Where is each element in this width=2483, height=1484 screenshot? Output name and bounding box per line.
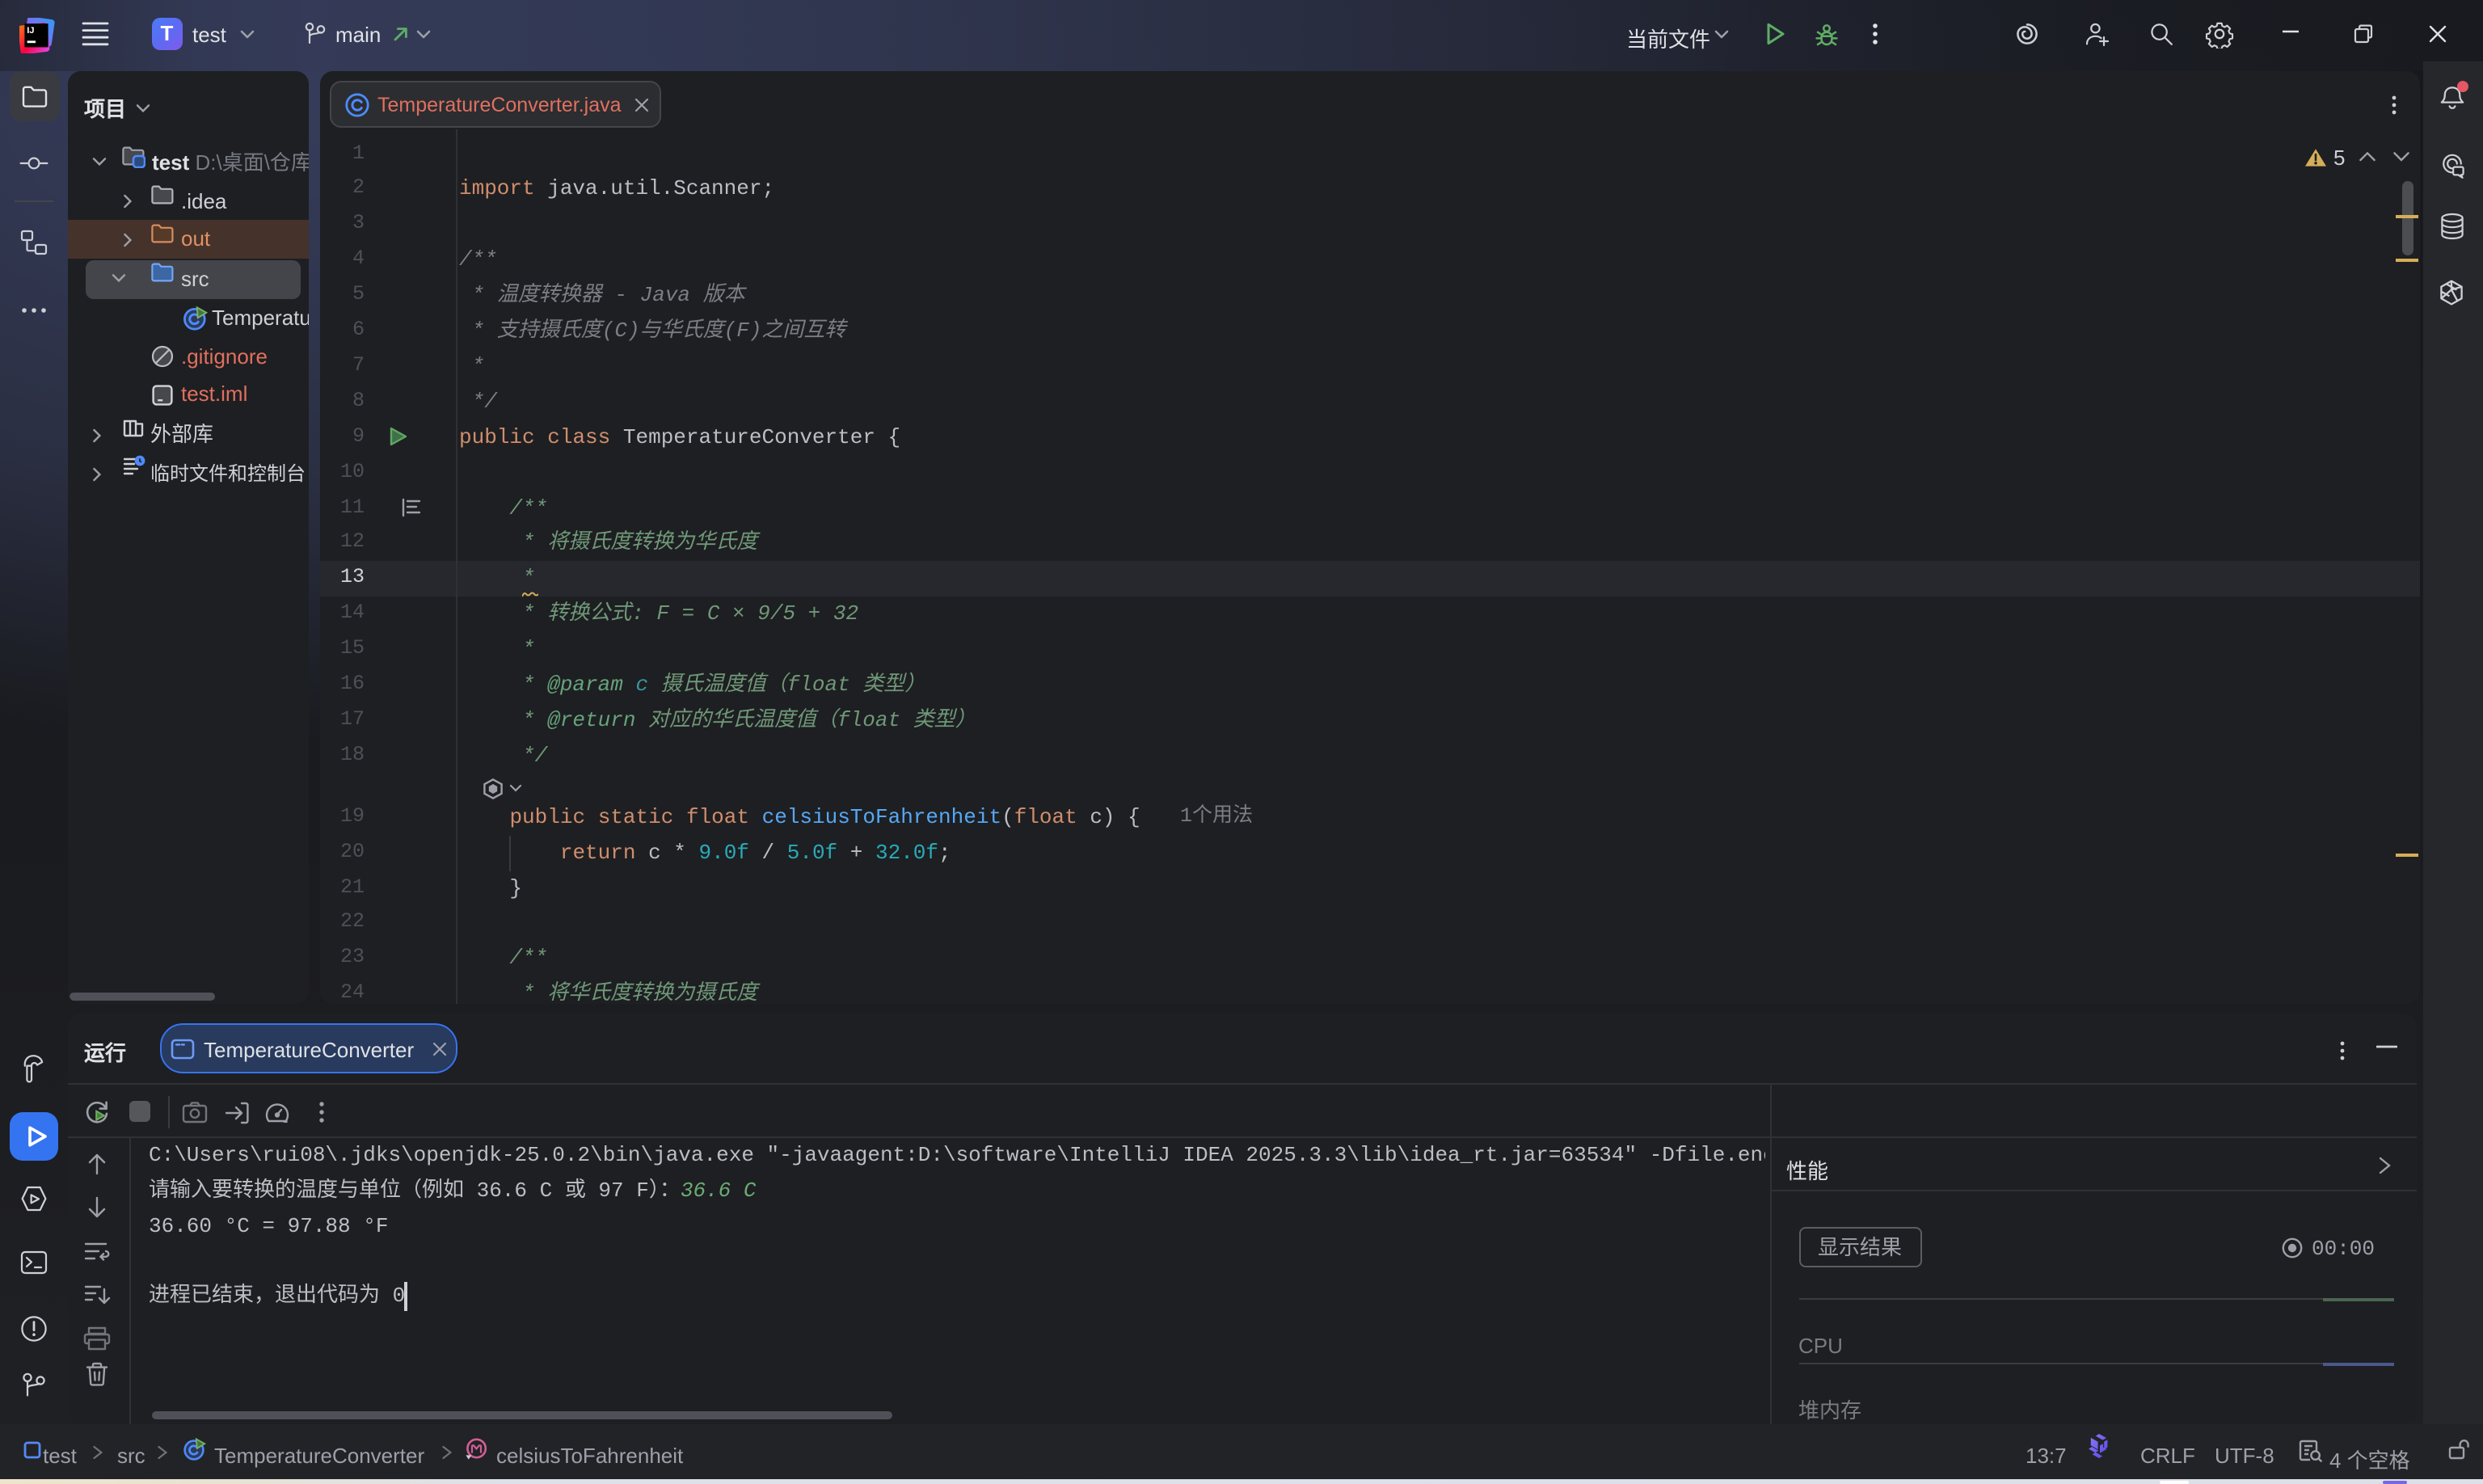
svg-text:IJ: IJ — [27, 26, 34, 36]
